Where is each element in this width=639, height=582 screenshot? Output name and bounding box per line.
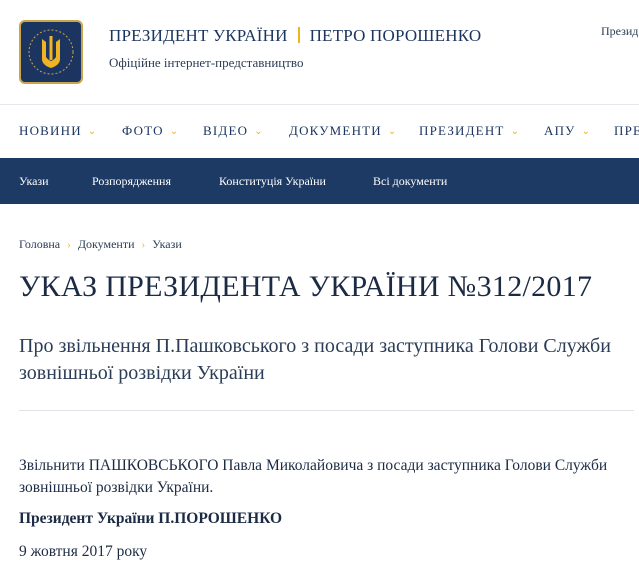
subnav-item-all-documents[interactable]: Всі документи — [373, 174, 447, 189]
chevron-down-icon: ⌄ — [387, 126, 398, 137]
chevron-down-icon: ⌄ — [510, 126, 521, 137]
nav-item-video[interactable]: ВІДЕО ⌄ — [203, 123, 264, 139]
site-subtitle: Офіційне інтернет-представництво — [109, 55, 304, 70]
document-date: 9 жовтня 2017 року — [19, 543, 148, 560]
chevron-right-icon: › — [67, 239, 71, 251]
nav-item-news[interactable]: НОВИНИ ⌄ — [19, 123, 97, 139]
nav-item-label: ПРЕЗИДЕНТ — [419, 123, 505, 138]
nav-item-label: АПУ — [544, 123, 576, 138]
page-title: УКАЗ ПРЕЗИДЕНТА УКРАЇНИ №312/2017 — [19, 270, 593, 303]
chevron-down-icon: ⌄ — [169, 126, 180, 137]
chevron-right-icon: › — [141, 239, 146, 251]
nav-item-press[interactable]: ПРЕ — [614, 123, 639, 139]
breadcrumb-home[interactable]: Головна — [19, 237, 60, 251]
nav-item-president[interactable]: ПРЕЗИДЕНТ ⌄ — [419, 123, 520, 139]
documents-subnavigation: Укази Розпорядження Конституція України … — [0, 158, 639, 204]
chevron-down-icon: ⌄ — [87, 126, 98, 137]
content-divider — [19, 410, 634, 411]
brand-president-label: ПРЕЗИДЕНТ УКРАЇНИ — [109, 26, 288, 45]
site-brand[interactable]: ПРЕЗИДЕНТ УКРАЇНИ ПЕТРО ПОРОШЕНКО — [109, 26, 481, 46]
main-navigation: НОВИНИ ⌄ ФОТО ⌄ ВІДЕО ⌄ ДОКУМЕНТИ ⌄ ПРЕЗИДЕН… — [0, 104, 639, 158]
nav-item-documents[interactable]: ДОКУМЕНТИ ⌄ — [289, 123, 397, 139]
chevron-down-icon: ⌄ — [254, 126, 264, 137]
nav-item-label: ВІДЕО — [203, 123, 249, 138]
trident-coat-of-arms-icon[interactable] — [19, 20, 83, 84]
subnav-item-orders[interactable]: Розпорядження — [92, 174, 171, 189]
chevron-down-icon: ⌄ — [581, 126, 592, 137]
document-lead: Про звільнення П.Пашковського з посади з… — [19, 335, 611, 384]
nav-item-label: ДОКУМЕНТИ — [289, 123, 382, 138]
brand-divider — [297, 27, 300, 43]
nav-item-label: НОВИНИ — [19, 123, 82, 138]
breadcrumb-decrees[interactable]: Укази — [152, 237, 182, 251]
nav-item-label: ПРЕ — [614, 123, 639, 138]
nav-item-label: ФОТО — [122, 123, 164, 138]
breadcrumb: Головна › Документи › Укази — [19, 237, 182, 252]
nav-item-apu[interactable]: АПУ ⌄ — [544, 123, 591, 139]
breadcrumb-documents[interactable]: Документи — [78, 237, 135, 251]
nav-item-photo[interactable]: ФОТО ⌄ — [122, 123, 179, 139]
site-header: ПРЕЗИДЕНТ УКРАЇНИ ПЕТРО ПОРОШЕНКО Офіційн… — [0, 0, 639, 104]
header-corner-link[interactable]: Презид — [601, 24, 638, 39]
subnav-item-decrees[interactable]: Укази — [19, 174, 49, 189]
document-body: Звільнити ПАШКОВСЬКОГО Павла Миколайович… — [19, 457, 608, 496]
brand-name-label: ПЕТРО ПОРОШЕНКО — [309, 26, 482, 45]
subnav-item-constitution[interactable]: Конституція України — [219, 174, 326, 189]
document-signature: Президент України П.ПОРОШЕНКО — [19, 510, 283, 527]
